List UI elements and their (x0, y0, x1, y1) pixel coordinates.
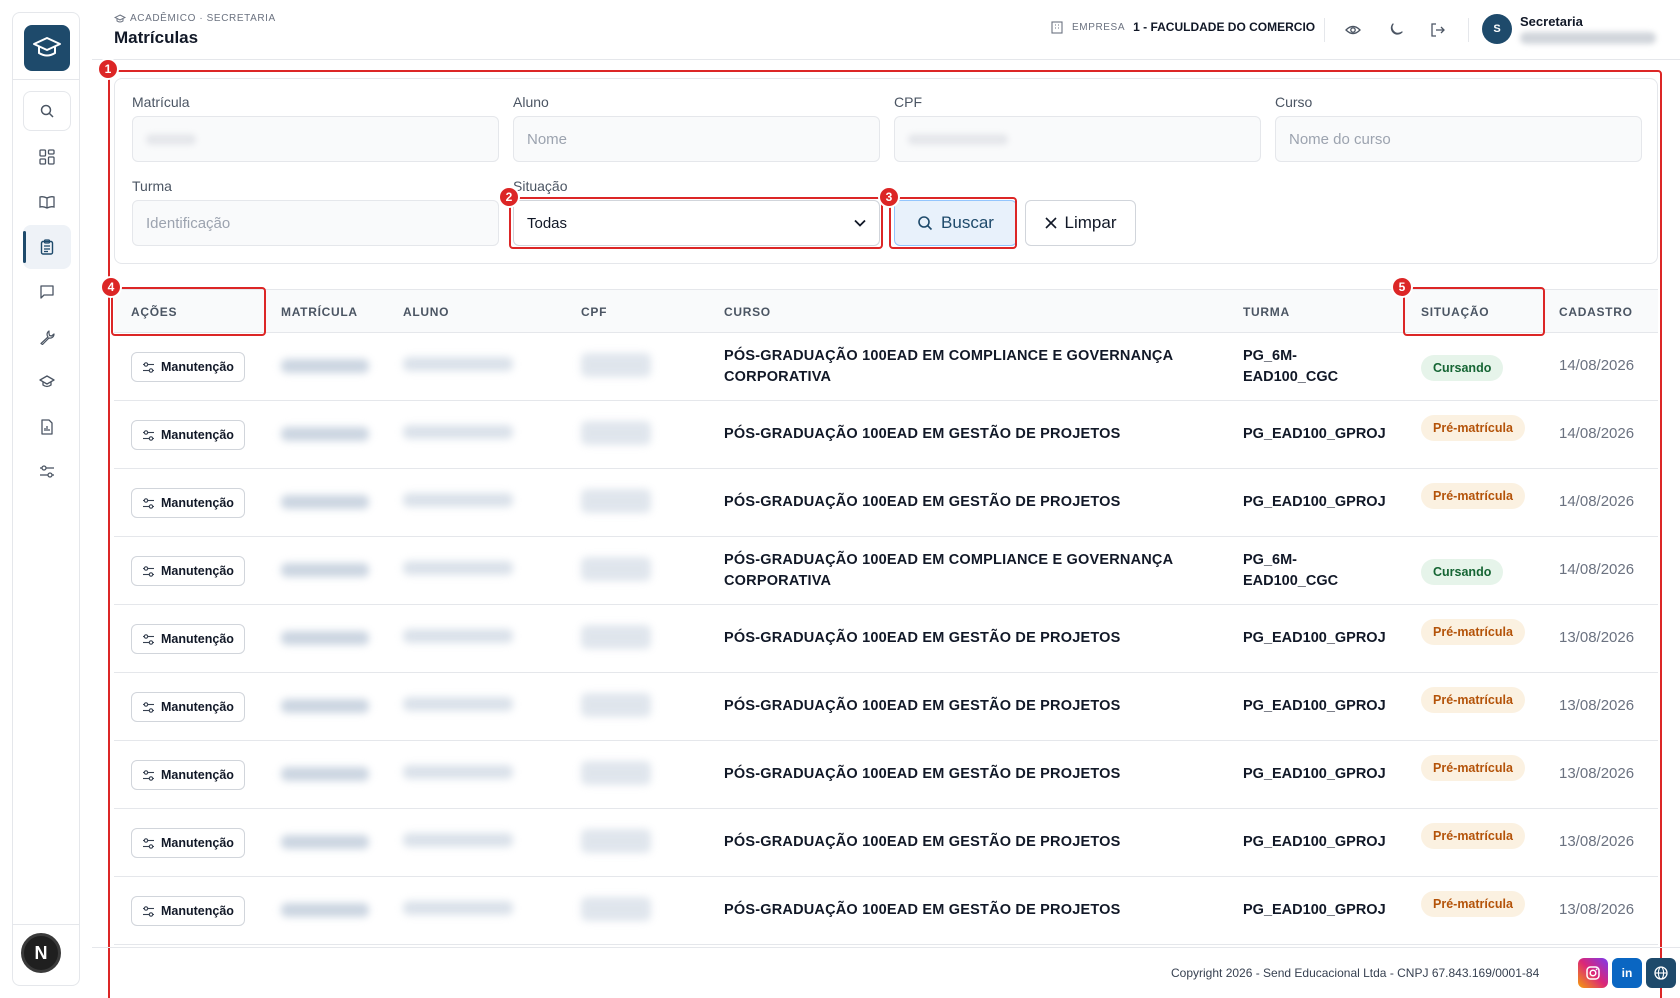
annotation-frame-4 (111, 287, 266, 336)
annotation-frame-2 (509, 197, 883, 249)
page-title: Matrículas (114, 28, 199, 47)
footer-divider (92, 947, 1680, 948)
graduation-cap-icon (39, 375, 55, 388)
company-label: EMPRESA (1072, 21, 1126, 33)
sidebar-item-reports[interactable] (23, 405, 71, 449)
sidebar-item-academic[interactable] (23, 360, 71, 404)
sidebar-item-courses[interactable] (23, 180, 71, 224)
sidebar-item-enrollments[interactable] (23, 225, 71, 269)
instagram-icon (1586, 966, 1600, 980)
annotation-badge-5: 5 (1391, 276, 1413, 298)
graduation-cap-logo-icon (33, 37, 61, 57)
logout-icon (1431, 23, 1445, 37)
sidebar-divider (13, 79, 79, 80)
file-chart-icon (41, 419, 53, 435)
app-logo[interactable] (24, 25, 70, 71)
sidebar-user-avatar[interactable]: N (21, 933, 61, 973)
book-open-icon (39, 196, 55, 209)
annotation-frame-3 (889, 197, 1017, 249)
company-selector[interactable]: EMPRESA 1 - FACULDADE DO COMERCIO (1050, 20, 1315, 34)
sidebar-item-dashboard[interactable] (23, 135, 71, 179)
user-avatar[interactable]: S (1482, 14, 1512, 44)
annotation-badge-4: 4 (100, 276, 122, 298)
sidebar-search-button[interactable] (23, 91, 71, 131)
instagram-link[interactable] (1578, 958, 1608, 988)
annotation-frame-5 (1403, 287, 1545, 336)
sidebar-divider (13, 924, 79, 925)
building-icon (1051, 21, 1063, 34)
user-name[interactable]: Secretaria (1520, 14, 1583, 29)
annotation-badge-1: 1 (97, 58, 119, 80)
breadcrumb-text: ACADÊMICO · SECRETARIA (130, 13, 276, 24)
user-email-redacted (1520, 32, 1656, 44)
wrench-icon (40, 330, 55, 345)
dashboard-grid-icon (39, 149, 55, 165)
linkedin-icon: in (1621, 966, 1633, 980)
message-square-icon (40, 285, 54, 299)
header-divider (1324, 18, 1325, 42)
linkedin-link[interactable]: in (1612, 958, 1642, 988)
visibility-toggle[interactable] (1341, 18, 1365, 42)
sidebar: N (12, 12, 80, 986)
app-root: N ACADÊMICO · SECRETARIA Matrículas EMPR… (0, 0, 1680, 998)
header-divider (1468, 18, 1469, 42)
sliders-icon (40, 465, 54, 478)
eye-icon (1345, 25, 1361, 35)
company-value: 1 - FACULDADE DO COMERCIO (1133, 20, 1316, 34)
annotation-frame-1 (108, 70, 1662, 998)
clipboard-list-icon (40, 239, 54, 255)
theme-toggle[interactable] (1384, 18, 1408, 42)
breadcrumb: ACADÊMICO · SECRETARIA (114, 13, 276, 24)
copyright-text: Copyright 2026 - Send Educacional Ltda -… (1171, 966, 1540, 980)
sidebar-item-messages[interactable] (23, 270, 71, 314)
graduation-cap-icon (114, 13, 126, 22)
annotation-badge-2: 2 (498, 186, 520, 208)
sidebar-item-tools[interactable] (23, 315, 71, 359)
logout-button[interactable] (1426, 18, 1450, 42)
top-header: ACADÊMICO · SECRETARIA Matrículas EMPRES… (92, 0, 1680, 60)
sidebar-item-settings[interactable] (23, 450, 71, 494)
annotation-badge-3: 3 (878, 186, 900, 208)
globe-icon (1654, 966, 1668, 980)
website-link[interactable] (1646, 958, 1676, 988)
moon-icon (1390, 23, 1403, 35)
search-icon (40, 104, 54, 118)
